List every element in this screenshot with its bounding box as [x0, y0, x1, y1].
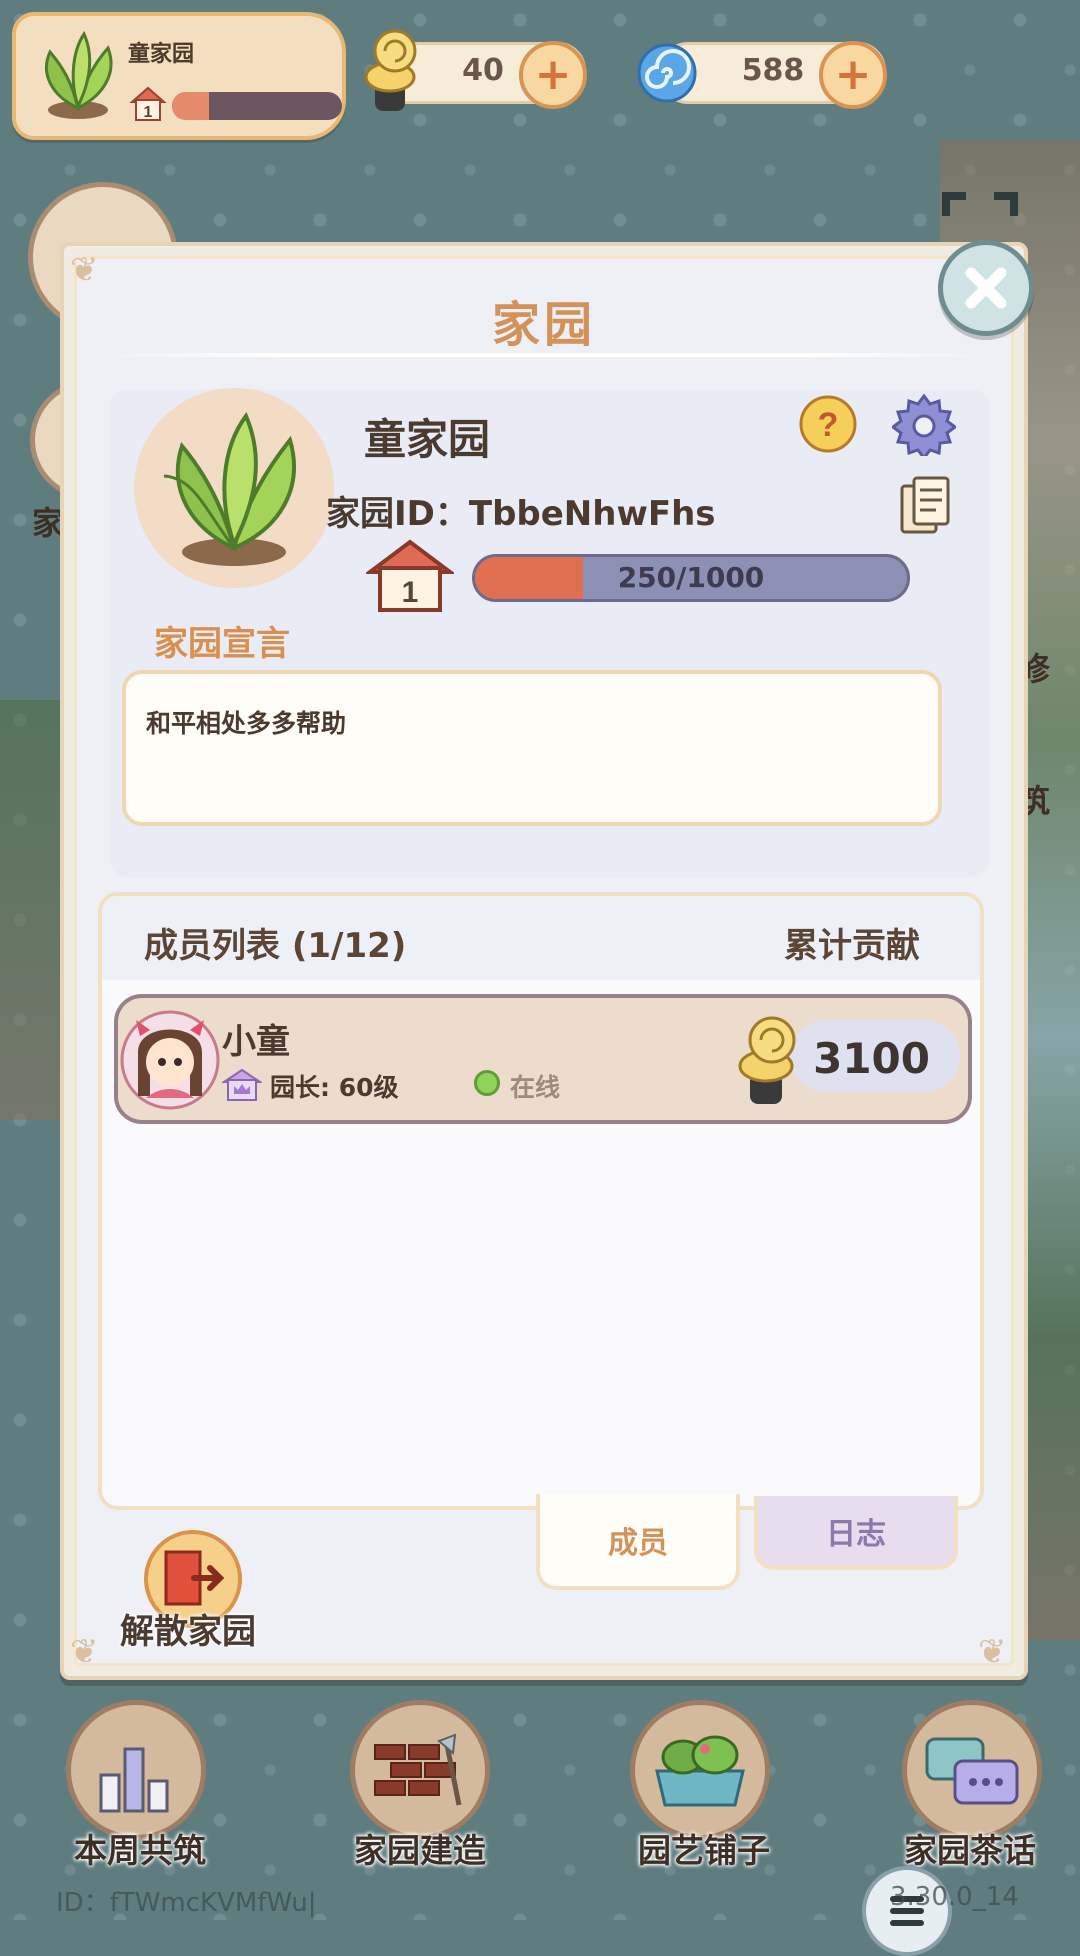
- title-divider: [101, 353, 987, 357]
- garden-exp-text: 250/1000: [617, 561, 765, 594]
- hud-garden-progress-bar: [172, 92, 342, 120]
- garden-avatar-plant-icon: [134, 388, 334, 588]
- garden-badge[interactable]: 童家园 1: [12, 12, 346, 140]
- svg-text:?: ?: [818, 406, 839, 444]
- nav-label-garden-build[interactable]: 家园建造: [310, 1824, 530, 1872]
- crown-house-icon: [222, 1068, 262, 1101]
- help-question-icon[interactable]: ?: [798, 394, 858, 454]
- member-online-status: 在线: [510, 1073, 561, 1102]
- garden-id-value: TbbeNhwFhs: [468, 494, 716, 534]
- snail-icon: [738, 1016, 796, 1104]
- online-status-dot: [474, 1070, 500, 1096]
- nav-label-garden-chat[interactable]: 家园茶话: [860, 1824, 1080, 1872]
- declaration-text: 和平相处多多帮助: [146, 709, 347, 738]
- plant-icon: [45, 30, 113, 119]
- garden-dialog: 家园 童家园 家园ID：TbbeNhwFhs ? 1 250/1000 家园宣言…: [60, 242, 1028, 1680]
- gem-currency: 588 +: [637, 41, 887, 109]
- corner-ornament: ❦: [70, 1632, 99, 1672]
- members-list-title: 成员列表 (1/12): [144, 926, 407, 966]
- chat-bubbles-icon: [925, 1737, 1019, 1805]
- weekly-build-icon: [99, 1747, 169, 1813]
- corner-ornament: ❦: [70, 250, 99, 290]
- contribution-header: 累计贡献: [784, 926, 920, 966]
- bricks-build-icon: [374, 1733, 462, 1806]
- tab-log[interactable]: 日志: [754, 1496, 958, 1570]
- tab-members[interactable]: 成员: [536, 1494, 740, 1590]
- gear-icon[interactable]: [892, 392, 956, 456]
- version-text: 3.30.0_14: [890, 1882, 1019, 1912]
- garden-exp-bar: 250/1000: [472, 554, 910, 602]
- hud-garden-progress-fill: [172, 92, 210, 120]
- nav-weekly-build-button[interactable]: [66, 1700, 206, 1840]
- declaration-box[interactable]: 和平相处多多帮助: [122, 670, 942, 826]
- snail-currency: 40 +: [364, 29, 587, 111]
- member-row[interactable]: 小童 园长: 60级 在线 3100: [114, 994, 972, 1124]
- player-id-text: ID：fTWmcKVMfWu|: [56, 1888, 317, 1918]
- close-icon: [965, 267, 1007, 309]
- garden-level-number: 1: [402, 576, 419, 609]
- members-list-header: 成员列表 (1/12) 累计贡献: [102, 896, 980, 980]
- member-name: 小童: [222, 1022, 290, 1062]
- house-level-icon: 1: [129, 86, 167, 121]
- nav-label-gardening-shop[interactable]: 园艺铺子: [594, 1824, 814, 1872]
- member-avatar: [120, 1010, 220, 1110]
- corner-ornament: ❦: [978, 1632, 1007, 1672]
- hud-level-number: 1: [144, 104, 153, 121]
- garden-name: 童家园: [364, 415, 491, 464]
- nav-gardening-shop-button[interactable]: [630, 1700, 770, 1840]
- add-gem-button[interactable]: +: [819, 41, 887, 109]
- dialog-title: 家园: [491, 297, 596, 353]
- nav-garden-build-button[interactable]: [350, 1700, 490, 1840]
- copy-icon[interactable]: [900, 476, 952, 536]
- hud-garden-name: 童家园: [128, 42, 195, 67]
- garden-id-row: 家园ID：TbbeNhwFhs: [326, 486, 716, 535]
- garden-id-label: 家园ID：: [326, 494, 469, 534]
- add-snail-button[interactable]: +: [519, 41, 587, 109]
- nav-label-weekly-build[interactable]: 本周共筑: [30, 1824, 250, 1872]
- declaration-label: 家园宣言: [154, 624, 290, 664]
- member-contribution-value: 3100: [813, 1034, 930, 1083]
- house-level-icon-large: 1: [366, 539, 454, 612]
- gardening-shop-icon: [655, 1735, 745, 1807]
- nav-garden-chat-button[interactable]: [902, 1700, 1042, 1840]
- disband-label[interactable]: 解散家园: [120, 1604, 256, 1653]
- close-button[interactable]: [938, 240, 1034, 336]
- members-list-card: 成员列表 (1/12) 累计贡献 小童 园长: 60级 在线 3100: [98, 892, 984, 1510]
- member-role-level: 园长: 60级: [270, 1073, 399, 1102]
